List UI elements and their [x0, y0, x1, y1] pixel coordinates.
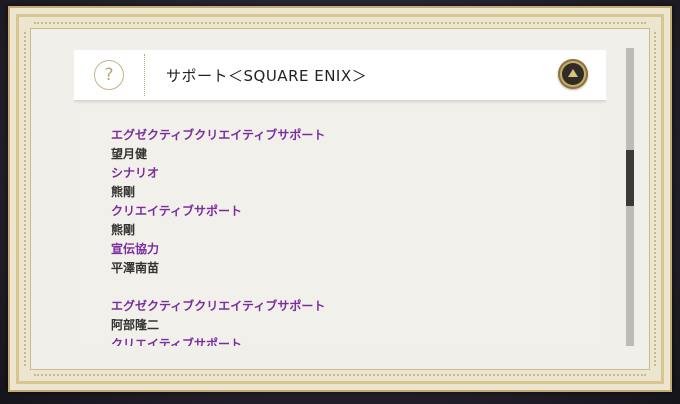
- collapse-button-face: [562, 63, 584, 85]
- credits-list: エグゼクティブクリエイティブサポート 望月健 シナリオ 熊剛 クリエイティブサポート 熊剛…: [111, 126, 571, 346]
- collapse-button[interactable]: [558, 59, 588, 89]
- credit-name: 平澤南苗: [111, 261, 160, 275]
- frame-dotted-border-right: [654, 32, 656, 366]
- header-divider: [144, 54, 145, 96]
- frame-dotted-border-bottom: [34, 374, 646, 376]
- credit-name: 熊剛: [111, 223, 136, 237]
- frame-dotted-border-left: [24, 32, 26, 366]
- credit-name: 阿部隆二: [111, 318, 160, 332]
- credit-role: エグゼクティブクリエイティブサポート: [111, 128, 326, 142]
- scrollbar-thumb[interactable]: [626, 150, 634, 206]
- chevron-up-icon: [568, 69, 578, 77]
- credit-role: シナリオ: [111, 166, 160, 180]
- scrollbar-track[interactable]: [626, 48, 634, 346]
- frame-dotted-border-top: [34, 22, 646, 24]
- credits-panel: ? サポート＜SQUARE ENIX＞ エグゼクティブクリエイティブサポート 望月…: [74, 50, 606, 346]
- credit-name: 熊剛: [111, 185, 136, 199]
- credit-role: 宣伝協力: [111, 242, 160, 256]
- credit-name: 望月健: [111, 147, 148, 161]
- section-header[interactable]: ? サポート＜SQUARE ENIX＞: [74, 50, 606, 101]
- credit-role: クリエイティブサポート: [111, 204, 243, 218]
- question-circle-icon: ?: [94, 60, 124, 90]
- credits-spacer: [111, 278, 571, 297]
- credit-role: エグゼクティブクリエイティブサポート: [111, 299, 326, 313]
- section-title: サポート＜SQUARE ENIX＞: [166, 67, 368, 85]
- credit-role: クリエイティブサポート: [111, 337, 243, 346]
